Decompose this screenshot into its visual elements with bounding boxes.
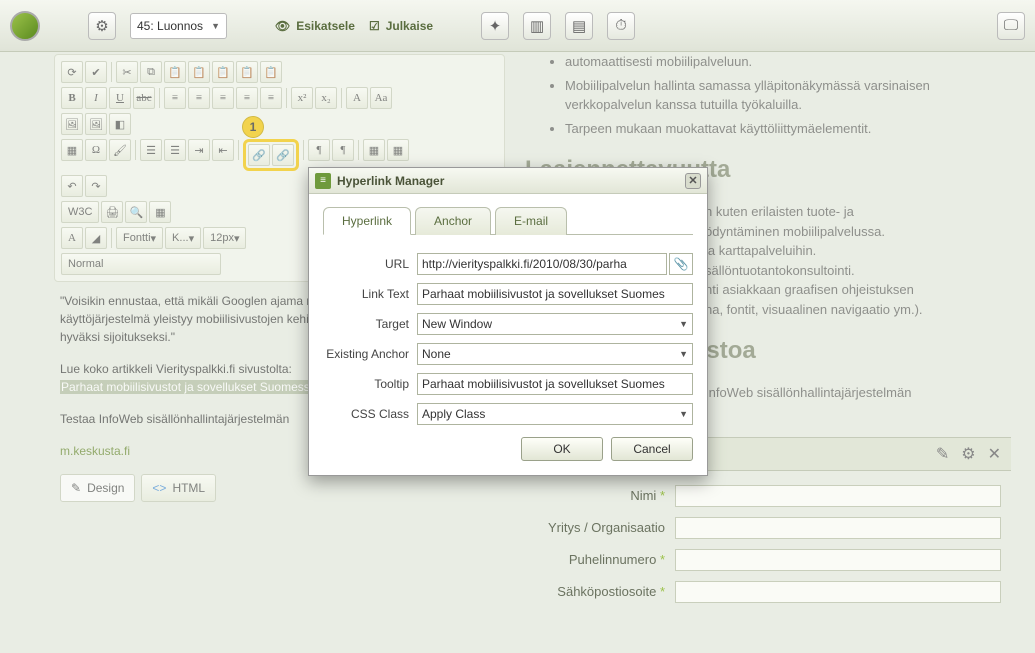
dialog-close-button[interactable]: ✕ (685, 173, 701, 189)
cancel-button[interactable]: Cancel (611, 437, 693, 461)
chevron-down-icon: ▼ (679, 319, 688, 329)
label-tooltip: Tooltip (323, 377, 417, 391)
modal-overlay: ≡ Hyperlink Manager ✕ Hyperlink Anchor E… (0, 0, 1035, 653)
hyperlink-dialog: ≡ Hyperlink Manager ✕ Hyperlink Anchor E… (308, 167, 708, 476)
link-text-input[interactable] (417, 283, 693, 305)
label-url: URL (323, 257, 417, 271)
tab-anchor[interactable]: Anchor (415, 207, 491, 235)
dialog-body: Hyperlink Anchor E-mail URL 📎 Link Text … (309, 194, 707, 475)
attachment-icon: 📎 (674, 257, 689, 271)
dialog-title: Hyperlink Manager (337, 174, 444, 188)
chevron-down-icon: ▼ (679, 349, 688, 359)
tab-hyperlink[interactable]: Hyperlink (323, 207, 411, 235)
label-css-class: CSS Class (323, 407, 417, 421)
dialog-tabs: Hyperlink Anchor E-mail (323, 206, 693, 235)
close-icon: ✕ (688, 174, 697, 187)
target-select[interactable]: New Window▼ (417, 313, 693, 335)
tooltip-input[interactable] (417, 373, 693, 395)
chevron-down-icon: ▼ (679, 409, 688, 419)
dialog-titlebar[interactable]: ≡ Hyperlink Manager ✕ (309, 168, 707, 194)
url-input[interactable] (417, 253, 667, 275)
tab-email[interactable]: E-mail (495, 207, 567, 235)
hyperlink-dialog-icon: ≡ (315, 173, 331, 189)
label-existing-anchor: Existing Anchor (323, 347, 417, 361)
ok-button[interactable]: OK (521, 437, 603, 461)
label-link-text: Link Text (323, 287, 417, 301)
css-class-select[interactable]: Apply Class▼ (417, 403, 693, 425)
label-target: Target (323, 317, 417, 331)
anchor-select[interactable]: None▼ (417, 343, 693, 365)
url-attach-button[interactable]: 📎 (669, 253, 693, 275)
